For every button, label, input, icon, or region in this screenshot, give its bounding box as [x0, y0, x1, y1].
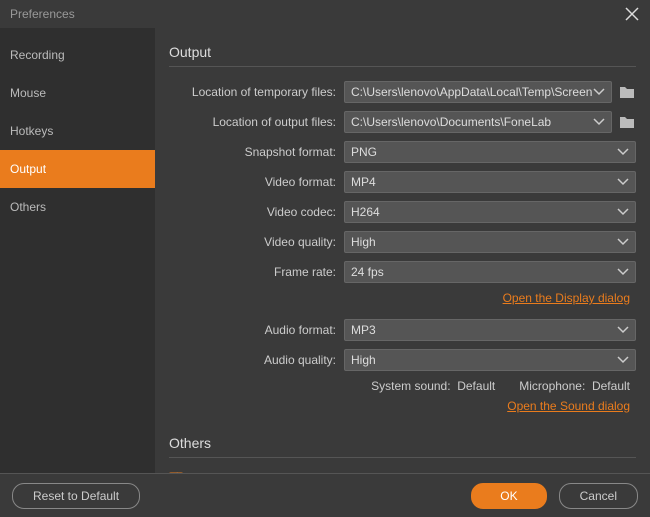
sidebar-item-others[interactable]: Others [0, 188, 155, 226]
select-audio-quality[interactable]: High [344, 349, 636, 371]
select-value: H264 [351, 205, 380, 219]
select-value: MP4 [351, 175, 376, 189]
select-value: High [351, 353, 376, 367]
link-display-dialog[interactable]: Open the Display dialog [503, 291, 630, 305]
select-snapshot-format[interactable]: PNG [344, 141, 636, 163]
label-audio-quality: Audio quality: [169, 353, 344, 367]
chevron-down-icon [593, 118, 605, 126]
folder-icon [619, 115, 635, 129]
chevron-down-icon [617, 148, 629, 156]
label-video-codec: Video codec: [169, 205, 344, 219]
label-out-loc: Location of output files: [169, 115, 344, 129]
browse-temp-folder-button[interactable] [618, 83, 636, 101]
sidebar-item-label: Recording [10, 48, 65, 62]
chevron-down-icon [617, 326, 629, 334]
sidebar: Recording Mouse Hotkeys Output Others [0, 28, 155, 473]
label-frame-rate: Frame rate: [169, 265, 344, 279]
chevron-down-icon [617, 208, 629, 216]
sidebar-item-label: Mouse [10, 86, 46, 100]
label-audio-format: Audio format: [169, 323, 344, 337]
select-audio-format[interactable]: MP3 [344, 319, 636, 341]
section-title-output: Output [169, 36, 636, 67]
sidebar-item-recording[interactable]: Recording [0, 36, 155, 74]
main-panel: Output Location of temporary files: C:\U… [155, 28, 650, 473]
label-snapshot-format: Snapshot format: [169, 145, 344, 159]
footer: Reset to Default OK Cancel [0, 473, 650, 517]
cancel-button[interactable]: Cancel [559, 483, 638, 509]
chevron-down-icon [617, 356, 629, 364]
close-button[interactable] [624, 6, 640, 22]
select-video-quality[interactable]: High [344, 231, 636, 253]
select-video-format[interactable]: MP4 [344, 171, 636, 193]
system-sound-status: System sound: Default [371, 379, 495, 393]
select-out-loc[interactable]: C:\Users\lenovo\Documents\FoneLab [344, 111, 612, 133]
label-temp-loc: Location of temporary files: [169, 85, 344, 99]
select-value: 24 fps [351, 265, 384, 279]
sidebar-item-label: Others [10, 200, 46, 214]
label-video-quality: Video quality: [169, 235, 344, 249]
sidebar-item-output[interactable]: Output [0, 150, 155, 188]
titlebar: Preferences [0, 0, 650, 28]
folder-icon [619, 85, 635, 99]
ok-button[interactable]: OK [471, 483, 546, 509]
select-value: C:\Users\lenovo\Documents\FoneLab [351, 115, 551, 129]
select-value: PNG [351, 145, 377, 159]
chevron-down-icon [617, 238, 629, 246]
chevron-down-icon [617, 268, 629, 276]
checkbox-hw-accel[interactable] [169, 472, 183, 473]
link-sound-dialog[interactable]: Open the Sound dialog [507, 399, 630, 413]
select-value: MP3 [351, 323, 376, 337]
sidebar-item-label: Hotkeys [10, 124, 53, 138]
close-icon [625, 7, 639, 21]
reset-button[interactable]: Reset to Default [12, 483, 140, 509]
window-title: Preferences [10, 7, 75, 21]
chevron-down-icon [617, 178, 629, 186]
microphone-status: Microphone: Default [519, 379, 630, 393]
label-video-format: Video format: [169, 175, 344, 189]
section-title-others: Others [169, 427, 636, 458]
select-video-codec[interactable]: H264 [344, 201, 636, 223]
sidebar-item-label: Output [10, 162, 46, 176]
browse-output-folder-button[interactable] [618, 113, 636, 131]
select-temp-loc[interactable]: C:\Users\lenovo\AppData\Local\Temp\Scree… [344, 81, 612, 103]
select-value: High [351, 235, 376, 249]
select-value: C:\Users\lenovo\AppData\Local\Temp\Scree… [351, 85, 592, 99]
select-frame-rate[interactable]: 24 fps [344, 261, 636, 283]
sidebar-item-mouse[interactable]: Mouse [0, 74, 155, 112]
label-hw-accel: Enable hardware acceleration [191, 472, 350, 473]
chevron-down-icon [593, 88, 605, 96]
sidebar-item-hotkeys[interactable]: Hotkeys [0, 112, 155, 150]
